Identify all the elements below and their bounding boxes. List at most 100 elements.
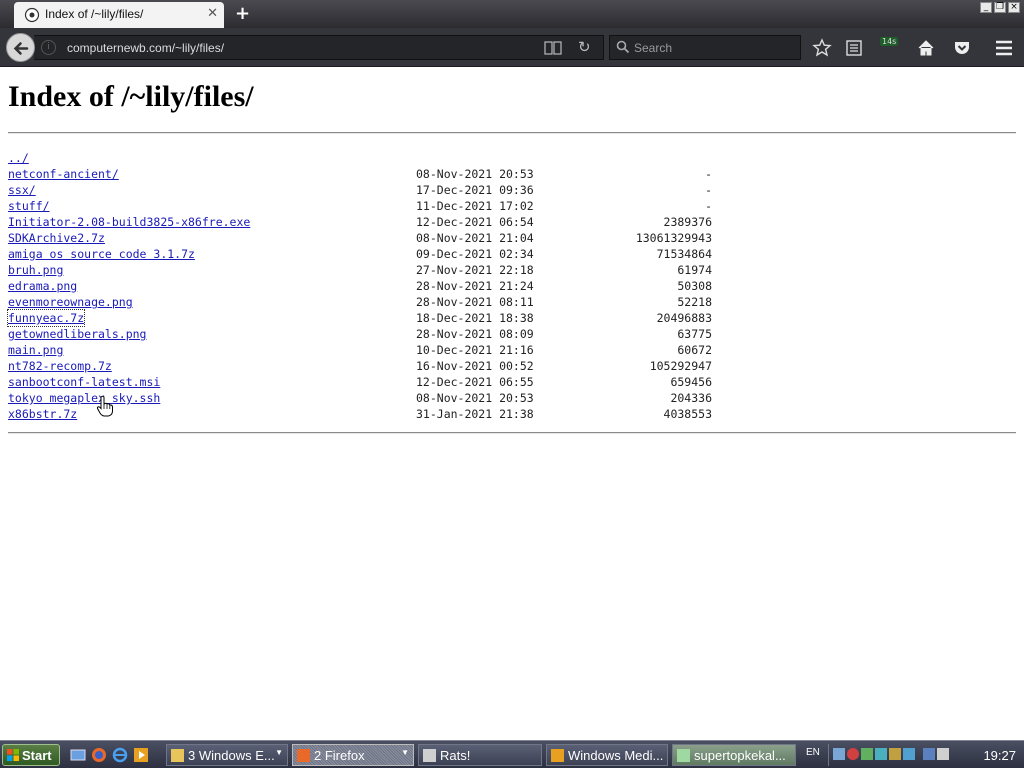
new-tab-icon[interactable]: + bbox=[235, 3, 250, 24]
tray-display-icon[interactable] bbox=[923, 748, 935, 760]
start-label: Start bbox=[22, 748, 52, 763]
file-date: 16-Nov-2021 00:52 bbox=[416, 359, 534, 373]
close-tab-icon[interactable]: ✕ bbox=[207, 6, 218, 21]
file-link[interactable]: stuff/ bbox=[8, 198, 50, 214]
taskbar-button[interactable]: Windows Medi... bbox=[546, 744, 668, 766]
file-link[interactable]: evenmoreownage.png bbox=[8, 294, 133, 310]
file-size: - bbox=[705, 183, 712, 197]
file-date: 08-Nov-2021 20:53 bbox=[416, 391, 534, 405]
file-link[interactable]: bruh.png bbox=[8, 262, 63, 278]
taskbar-button[interactable]: supertopkekal... bbox=[672, 744, 796, 766]
file-size: 659456 bbox=[670, 375, 712, 389]
internet-explorer-icon[interactable] bbox=[112, 747, 128, 763]
folder-icon bbox=[171, 749, 184, 762]
file-size: - bbox=[705, 199, 712, 213]
file-link[interactable]: tokyo megaplex sky.ssh bbox=[8, 390, 160, 406]
tray-safely-remove-icon[interactable] bbox=[903, 748, 915, 760]
address-bar[interactable]: i computernewb.com/~lily/files/ ↻ bbox=[34, 35, 604, 60]
file-link[interactable]: edrama.png bbox=[8, 278, 77, 294]
minimize-icon[interactable]: _ bbox=[980, 2, 992, 13]
bottom-divider bbox=[8, 432, 1016, 434]
file-size: 71534864 bbox=[656, 247, 712, 261]
top-divider bbox=[8, 132, 1016, 134]
taskbar-button-label: 2 Firefox bbox=[314, 748, 365, 763]
file-date: 08-Nov-2021 20:53 bbox=[416, 167, 534, 181]
file-link[interactable]: netconf-ancient/ bbox=[8, 166, 119, 182]
firefox-quicklaunch-icon[interactable] bbox=[91, 747, 107, 763]
window-close-icon[interactable]: × bbox=[1008, 2, 1020, 13]
site-info-icon[interactable]: i bbox=[41, 40, 56, 55]
tray-app-icon[interactable] bbox=[861, 748, 873, 760]
tray-devices-icon[interactable] bbox=[889, 748, 901, 760]
file-link[interactable]: SDKArchive2.7z bbox=[8, 230, 105, 246]
file-link[interactable]: amiga os source code 3.1.7z bbox=[8, 246, 195, 262]
file-link[interactable]: nt782-recomp.7z bbox=[8, 358, 112, 374]
file-link[interactable]: x86bstr.7z bbox=[8, 406, 77, 422]
file-size: - bbox=[705, 167, 712, 181]
browser-tab[interactable]: Index of /~lily/files/ ✕ bbox=[14, 2, 224, 28]
file-date: 27-Nov-2021 22:18 bbox=[416, 263, 534, 277]
file-size: 52218 bbox=[677, 295, 712, 309]
clock[interactable]: 19:27 bbox=[983, 748, 1016, 763]
back-arrow-icon bbox=[13, 42, 29, 55]
navigation-toolbar: i computernewb.com/~lily/files/ ↻ Search… bbox=[0, 28, 1024, 67]
show-desktop-icon[interactable] bbox=[70, 747, 86, 763]
file-link[interactable]: getownedliberals.png bbox=[8, 326, 146, 342]
tray-network-icon[interactable] bbox=[833, 748, 845, 760]
search-icon bbox=[616, 40, 630, 54]
reload-icon[interactable]: ↻ bbox=[578, 38, 591, 56]
taskbar-button[interactable]: 2 Firefox ▼ bbox=[292, 744, 414, 766]
file-date: 18-Dec-2021 18:38 bbox=[416, 311, 534, 325]
pocket-icon[interactable] bbox=[952, 38, 972, 58]
file-size: 50308 bbox=[677, 279, 712, 293]
start-button[interactable]: Start bbox=[2, 744, 60, 766]
tab-title: Index of /~lily/files/ bbox=[45, 7, 144, 21]
home-icon[interactable] bbox=[916, 38, 936, 58]
file-size: 61974 bbox=[677, 263, 712, 277]
file-date: 11-Dec-2021 17:02 bbox=[416, 199, 534, 213]
notepad-icon bbox=[677, 749, 690, 762]
extension-badge[interactable]: 14s bbox=[880, 37, 899, 46]
back-button[interactable] bbox=[6, 33, 35, 62]
dropdown-arrow-icon: ▼ bbox=[401, 748, 409, 757]
bookmarks-menu-icon[interactable] bbox=[844, 38, 864, 58]
file-size: 105292947 bbox=[649, 359, 712, 373]
tray-sync-icon[interactable] bbox=[875, 748, 887, 760]
tray-shield-icon[interactable] bbox=[847, 748, 859, 760]
taskbar-button-label: Rats! bbox=[440, 748, 471, 763]
file-date: 12-Dec-2021 06:54 bbox=[416, 215, 534, 229]
reader-view-icon[interactable] bbox=[544, 41, 562, 55]
hand-cursor-icon bbox=[96, 395, 113, 417]
file-date: 10-Dec-2021 21:16 bbox=[416, 343, 534, 357]
hamburger-menu-icon[interactable] bbox=[994, 38, 1014, 58]
restore-icon[interactable]: ❐ bbox=[994, 2, 1006, 13]
file-link[interactable]: sanbootconf-latest.msi bbox=[8, 374, 160, 390]
taskbar-button[interactable]: 3 Windows E... ▼ bbox=[166, 744, 288, 766]
file-size: 60672 bbox=[677, 343, 712, 357]
parent-directory-link[interactable]: ../ bbox=[8, 150, 29, 166]
file-link[interactable]: Initiator-2.08-build3825-x86fre.exe bbox=[8, 214, 250, 230]
file-size: 204336 bbox=[670, 391, 712, 405]
file-size: 13061329943 bbox=[635, 231, 712, 245]
volume-icon[interactable] bbox=[937, 748, 949, 760]
favicon-icon bbox=[24, 7, 40, 23]
file-link[interactable]: main.png bbox=[8, 342, 63, 358]
search-bar[interactable]: Search bbox=[609, 35, 801, 60]
file-size: 2389376 bbox=[663, 215, 712, 229]
url-text[interactable]: computernewb.com/~lily/files/ bbox=[67, 41, 224, 55]
windows-flag-icon bbox=[7, 749, 19, 761]
file-date: 17-Dec-2021 09:36 bbox=[416, 183, 534, 197]
bookmark-star-icon[interactable] bbox=[812, 38, 832, 58]
media-quicklaunch-icon[interactable] bbox=[133, 747, 149, 763]
language-indicator[interactable]: EN bbox=[806, 747, 820, 758]
file-link[interactable]: funnyeac.7z bbox=[6, 309, 86, 327]
taskbar-button-label: supertopkekal... bbox=[694, 748, 786, 763]
file-link[interactable]: ssx/ bbox=[8, 182, 36, 198]
taskbar-button-label: Windows Medi... bbox=[568, 748, 664, 763]
page-title: Index of /~lily/files/ bbox=[8, 80, 254, 113]
file-date: 31-Jan-2021 21:38 bbox=[416, 407, 534, 421]
taskbar-button[interactable]: Rats! bbox=[418, 744, 542, 766]
file-size: 4038553 bbox=[663, 407, 712, 421]
page-content: Index of /~lily/files/ ../ netconf-ancie… bbox=[0, 68, 1024, 738]
file-size: 63775 bbox=[677, 327, 712, 341]
